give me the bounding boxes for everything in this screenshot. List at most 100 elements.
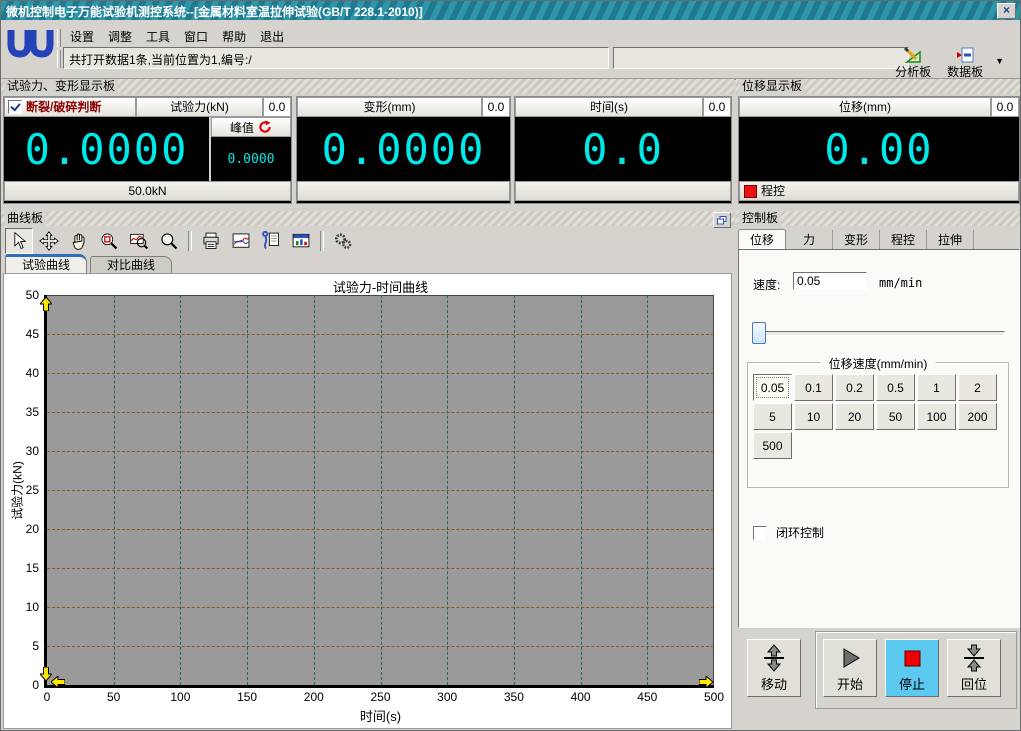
stop-button[interactable]: 停止 [885, 639, 939, 697]
peak-value: 0.0000 [227, 151, 275, 167]
curve-tab-0[interactable]: 试验曲线 [5, 254, 88, 273]
control-tab-2[interactable]: 变形 [833, 230, 880, 250]
force-value: 0.0000 [24, 124, 189, 174]
menu-item[interactable]: 退出 [253, 26, 291, 47]
title-bar: 微机控制电子万能试验机测控系统--[金属材料室温拉伸试验(GB/T 228.1-… [1, 1, 1020, 20]
x-tick-label: 350 [503, 690, 524, 704]
tool-pan-button[interactable] [65, 227, 93, 254]
speed-group-title: 位移速度(mm/min) [820, 355, 936, 372]
break-judge-checkbox[interactable]: 断裂/破碎判断 [4, 97, 136, 117]
speed-option-button[interactable]: 100 [917, 403, 956, 430]
curve-tabs: 试验曲线 对比曲线 [5, 254, 175, 275]
closed-loop-checkbox[interactable] [753, 525, 767, 540]
x-tick-label: 200 [303, 690, 324, 704]
y-tick-label: 5 [32, 639, 39, 653]
y-tick-label: 40 [25, 366, 39, 380]
speed-option-button[interactable]: 1 [917, 374, 956, 401]
tool-curves-button[interactable] [227, 227, 255, 254]
peak-header: 峰值 [211, 117, 291, 137]
play-icon [843, 647, 860, 668]
control-tab-0[interactable]: 位移 [738, 229, 786, 251]
x-tick-label: 400 [570, 690, 591, 704]
time-panel-header: 时间(s) 0.0 [515, 97, 731, 117]
status-gripper [57, 50, 61, 68]
y-tick-label: 30 [25, 444, 39, 458]
force-display-caption: 试验力、变形显示板 [4, 79, 119, 94]
data-board-icon [957, 47, 974, 63]
deform-display-panel: 变形(mm) 0.0 0.0000 [296, 96, 511, 204]
peak-label: 峰值 [229, 120, 254, 135]
force-peak-panel: 峰值 0.0000 [209, 117, 291, 181]
menu-item[interactable]: 设置 [63, 26, 101, 47]
time-panel-footer [515, 181, 731, 201]
tool-clip-page-button[interactable] [257, 227, 285, 254]
tool-print-button[interactable] [197, 227, 225, 254]
horizontal-gridline [47, 568, 714, 569]
force-panel-body: 0.0000 峰值 0.0000 [4, 117, 291, 181]
menu-item[interactable]: 工具 [139, 26, 177, 47]
jog-button-label: 移动 [760, 676, 787, 692]
menu-item[interactable]: 窗口 [177, 26, 215, 47]
tool-zoom-curve-button[interactable] [125, 227, 153, 254]
print-icon [203, 232, 219, 249]
speed-input[interactable] [793, 272, 867, 290]
home-button[interactable]: 回位 [947, 639, 1001, 697]
toolbar-separator [188, 230, 192, 251]
peak-reset-icon[interactable] [258, 120, 272, 134]
curve-restore-button[interactable] [713, 212, 731, 228]
tool-cursor-button[interactable] [5, 227, 33, 254]
speed-option-button[interactable]: 0.05 [753, 374, 792, 401]
tool-move-button[interactable] [35, 227, 63, 254]
curve-toolbar [4, 227, 358, 254]
zoom-rect-icon [101, 233, 118, 249]
speed-option-button[interactable]: 200 [958, 403, 997, 430]
speed-option-button[interactable]: 0.1 [794, 374, 833, 401]
speed-option-button[interactable]: 500 [753, 432, 792, 459]
tool-data-window-button[interactable] [287, 227, 315, 254]
speed-option-button[interactable]: 5 [753, 403, 792, 430]
speed-option-button[interactable]: 2 [958, 374, 997, 401]
tool-magnifier-button[interactable] [155, 227, 183, 254]
start-button[interactable]: 开始 [823, 639, 877, 697]
status-secondary-box [613, 47, 909, 69]
closed-loop-row: 闭环控制 [753, 524, 824, 541]
tool-zoom-rect-button[interactable] [95, 227, 123, 254]
toolbar-more-button[interactable]: ▼ [995, 46, 1004, 66]
x-axis-left-marker-icon [50, 674, 66, 691]
data-board-label: 数据板 [947, 65, 984, 79]
x-tick-label: 150 [237, 690, 258, 704]
close-button[interactable]: × [997, 3, 1016, 19]
data-board-button[interactable]: 数据板 [939, 46, 991, 81]
speed-option-button[interactable]: 20 [835, 403, 874, 430]
displacement-display-caption: 位移显示板 [739, 79, 806, 94]
program-control-indicator-icon [744, 184, 757, 198]
restore-icon [717, 215, 727, 224]
analysis-board-button[interactable]: 分析板 [887, 46, 939, 81]
control-panel-caption-strip: 控制板 [736, 211, 1020, 226]
deform-aux-value: 0.0 [482, 97, 510, 117]
speed-slider-track[interactable] [753, 331, 1005, 336]
menu-item[interactable]: 帮助 [215, 26, 253, 47]
displacement-panel-footer: 程控 [739, 181, 1019, 201]
speed-option-button[interactable]: 0.2 [835, 374, 874, 401]
tool-gears-button[interactable] [329, 227, 357, 254]
header-bar: 设置 调整 工具 窗口 帮助 退出 共打开数据1条,当前位置为1,编号:/ 分析板 [1, 20, 1020, 80]
menu-item[interactable]: 调整 [101, 26, 139, 47]
control-tab-1[interactable]: 力 [786, 230, 833, 250]
analysis-board-label: 分析板 [895, 65, 932, 79]
displacement-display-panel: 位移(mm) 0.0 0.00 程控 [738, 96, 1020, 204]
displacement-display-caption-strip: 位移显示板 [736, 79, 1020, 94]
speed-option-button[interactable]: 0.5 [876, 374, 915, 401]
speed-option-button[interactable]: 10 [794, 403, 833, 430]
zoom-curve-icon [130, 233, 149, 249]
jog-button[interactable]: 移动 [747, 639, 801, 697]
speed-slider-handle[interactable] [752, 322, 766, 344]
analysis-icon [904, 47, 921, 63]
x-tick-label: 250 [370, 690, 391, 704]
control-tab-3[interactable]: 程控 [880, 230, 927, 250]
jog-arrows-icon [764, 643, 784, 672]
control-tab-4[interactable]: 拉伸 [927, 230, 974, 250]
window-title: 微机控制电子万能试验机测控系统--[金属材料室温拉伸试验(GB/T 228.1-… [6, 5, 423, 19]
displacement-aux-value: 0.0 [991, 97, 1019, 117]
speed-option-button[interactable]: 50 [876, 403, 915, 430]
